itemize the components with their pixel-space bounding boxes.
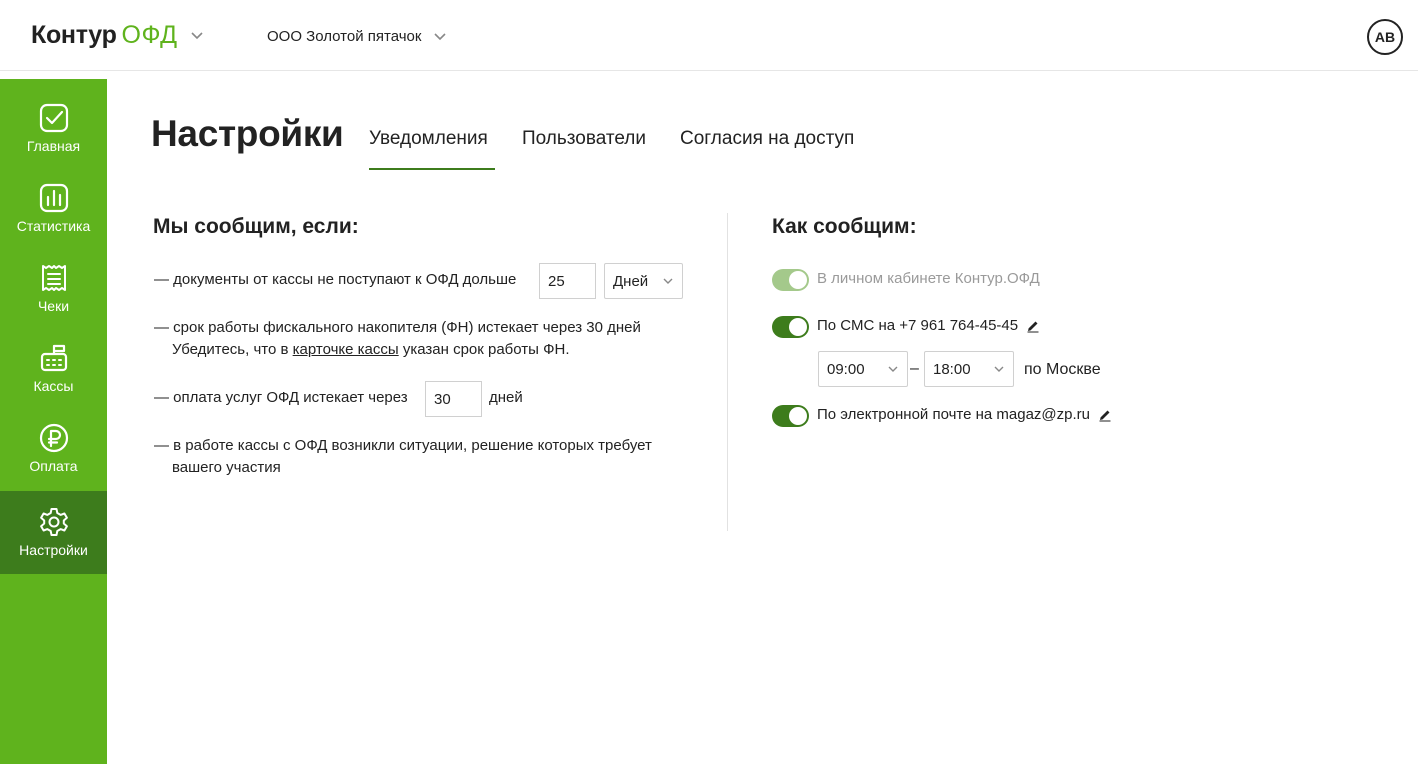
top-header: Контур ОФД ООО Золотой пятачок АВ [0, 0, 1418, 71]
chevron-down-icon [191, 32, 203, 40]
sms-time-from-select[interactable]: 09:00 [818, 351, 908, 387]
notify-if-title: Мы сообщим, если: [153, 215, 359, 238]
logo-product: ОФД [121, 20, 178, 49]
pencil-icon[interactable] [1026, 319, 1040, 333]
sms-option: По СМС на +7 961 764-45-45 [817, 317, 1040, 334]
sidebar-item-home[interactable]: Главная [0, 79, 107, 159]
receipt-icon [41, 265, 66, 291]
cash-register-icon [40, 344, 67, 372]
user-avatar[interactable]: АВ [1367, 19, 1403, 55]
hint-text: указан срок работы ФН. [398, 341, 570, 358]
time-range-dash: – [910, 360, 919, 377]
sidebar-item-settings[interactable]: Настройки [0, 491, 107, 574]
email-option: По электронной почте на magaz@zp.ru [817, 406, 1112, 423]
page-title: Настройки [151, 113, 344, 154]
toggle-knob [789, 318, 807, 336]
sidebar-item-cash-registers[interactable]: Кассы [0, 319, 107, 399]
chevron-down-icon [888, 366, 898, 372]
sidebar-item-label: Статистика [16, 218, 91, 234]
tab-access-consents[interactable]: Согласия на доступ [680, 128, 854, 170]
tab-users[interactable]: Пользователи [522, 128, 646, 170]
organization-selector[interactable]: ООО Золотой пятачок [267, 24, 447, 48]
hint-text: Убедитесь, что в [172, 341, 293, 358]
sidebar-item-receipts[interactable]: Чеки [0, 239, 107, 319]
cabinet-toggle [772, 269, 809, 291]
ruble-icon [39, 423, 68, 453]
sidebar-item-label: Чеки [37, 298, 70, 314]
rule-documents-delay-text: — документы от кассы не поступают к ОФД … [154, 271, 517, 288]
chevron-down-icon [434, 33, 447, 41]
sidebar-item-label: Настройки [19, 542, 88, 558]
documents-delay-unit-select[interactable]: Дней [604, 263, 683, 299]
select-value: 18:00 [933, 360, 971, 378]
rule-situations-text-cont: вашего участия [172, 459, 281, 476]
sms-label: По СМС на +7 961 764-45-45 [817, 317, 1019, 334]
toggle-knob [789, 271, 807, 289]
sidebar-item-label: Оплата [29, 458, 78, 474]
payment-expiry-unit: дней [489, 389, 523, 406]
sidebar-item-label: Кассы [33, 378, 74, 394]
timezone-label: по Москве [1024, 361, 1101, 378]
sidebar: Главная Статистика Чеки Кассы Оплата Нас… [0, 79, 107, 764]
logo-kontur: Контур [31, 20, 117, 49]
gear-icon [39, 508, 68, 536]
rule-payment-expiry-text: — оплата услуг ОФД истекает через [154, 389, 408, 406]
sidebar-item-statistics[interactable]: Статистика [0, 159, 107, 239]
cash-register-card-link[interactable]: карточке кассы [293, 341, 399, 358]
sidebar-item-payment[interactable]: Оплата [0, 399, 107, 479]
rule-fn-expiry-hint: Убедитесь, что в карточке кассы указан с… [172, 339, 570, 361]
column-divider [727, 213, 728, 531]
pencil-icon[interactable] [1098, 408, 1112, 422]
organization-name: ООО Золотой пятачок [267, 27, 422, 45]
check-square-icon [39, 103, 68, 133]
tab-notifications[interactable]: Уведомления [369, 128, 495, 170]
documents-delay-input[interactable] [539, 263, 596, 299]
rule-fn-expiry-text: — срок работы фискального накопителя (ФН… [154, 319, 641, 336]
chevron-down-icon [663, 278, 673, 284]
sms-toggle[interactable] [772, 316, 809, 338]
sms-time-to-select[interactable]: 18:00 [924, 351, 1014, 387]
rule-situations-text: — в работе кассы с ОФД возникли ситуации… [154, 437, 652, 454]
select-value: Дней [613, 272, 649, 290]
sidebar-item-label: Главная [26, 138, 81, 154]
chevron-down-icon [994, 366, 1004, 372]
email-toggle[interactable] [772, 405, 809, 427]
select-value: 09:00 [827, 360, 865, 378]
email-label: По электронной почте на magaz@zp.ru [817, 406, 1091, 423]
toggle-knob [789, 407, 807, 425]
cabinet-label: В личном кабинете Контур.ОФД [817, 270, 1040, 287]
payment-expiry-input[interactable] [425, 381, 482, 417]
notify-how-title: Как сообщим: [772, 215, 917, 238]
bar-chart-icon [39, 183, 68, 213]
product-switcher[interactable]: Контур ОФД [31, 18, 204, 52]
